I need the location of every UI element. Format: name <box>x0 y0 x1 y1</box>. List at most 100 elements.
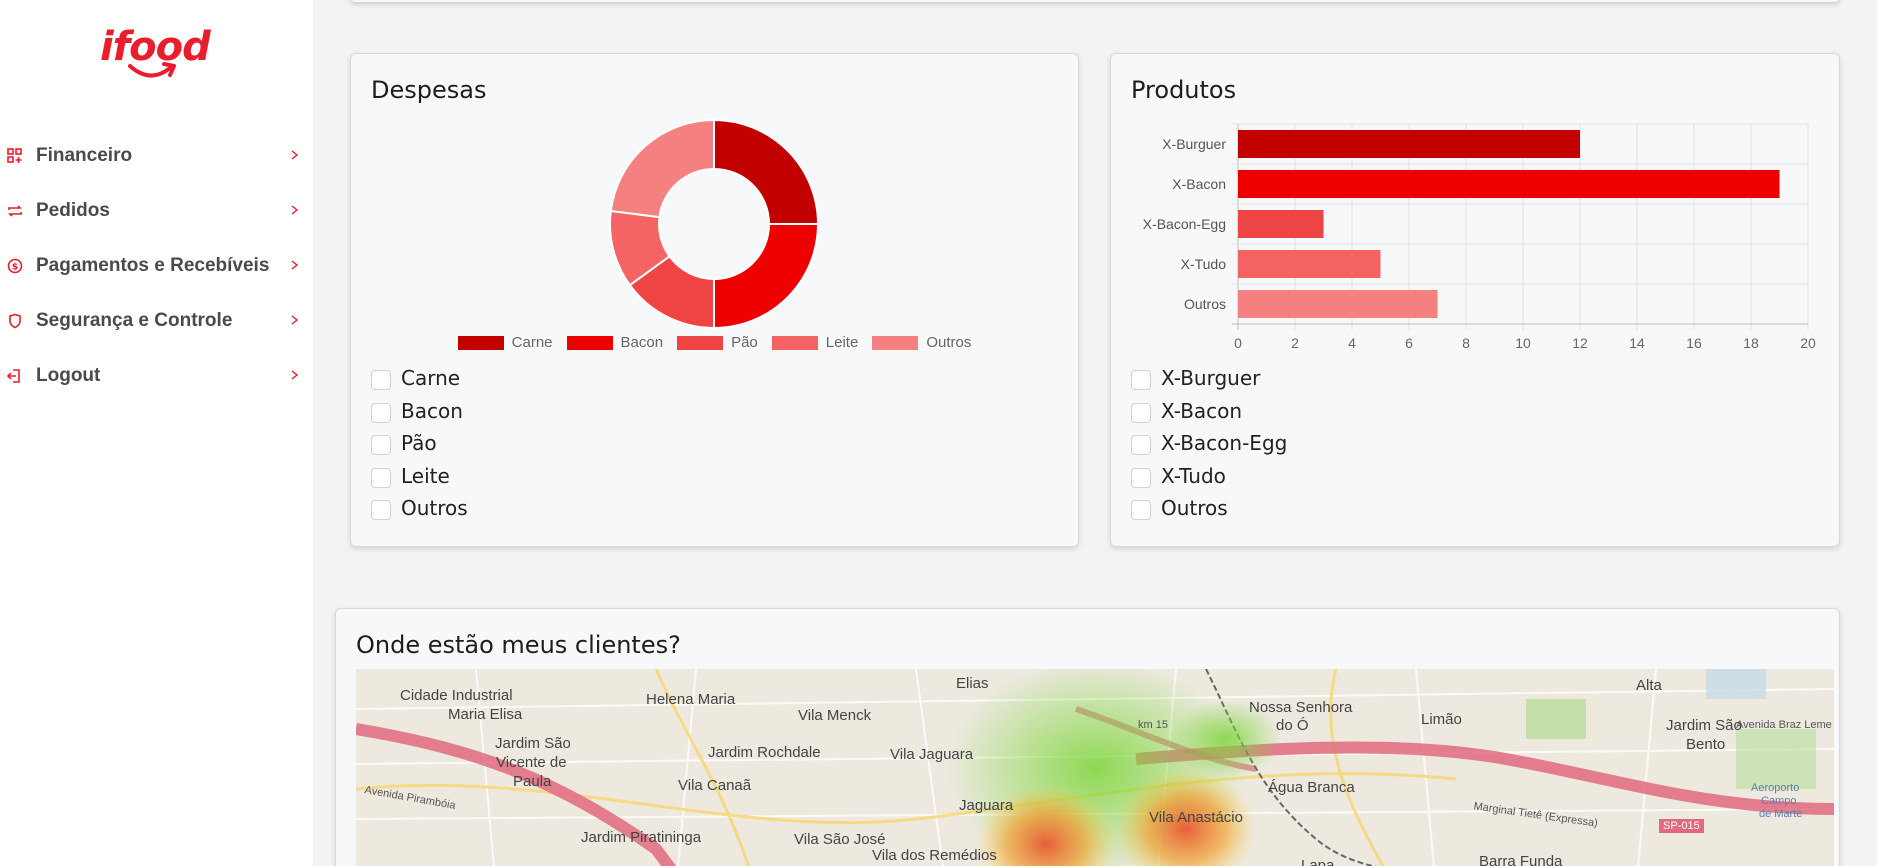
checkbox-row-x-burguer[interactable]: X-Burguer <box>1131 362 1287 395</box>
y-tick-label: X-Bacon-Egg <box>1143 216 1226 232</box>
map-label: Vila Menck <box>798 707 872 724</box>
legend-swatch <box>872 335 919 350</box>
checkbox[interactable] <box>1131 370 1151 391</box>
map-label: Jardim Rochdale <box>708 744 821 761</box>
previous-card <box>350 0 1840 2</box>
map-label: de Marte <box>1759 808 1803 820</box>
donut-slice-carne[interactable] <box>713 118 820 225</box>
chevron-right-icon <box>291 315 299 325</box>
sidebar-item-label: Segurança e Controle <box>36 309 233 331</box>
checkbox-row-leite[interactable]: Leite <box>371 460 468 493</box>
checkbox-label: X-Tudo <box>1161 463 1226 488</box>
map-label: Cidade Industrial <box>400 687 513 704</box>
checkbox-row-x-bacon[interactable]: X-Bacon <box>1131 395 1287 428</box>
sidebar-item-pagamentos[interactable]: $ Pagamentos e Recebíveis <box>0 238 313 293</box>
checkbox-label: Leite <box>401 463 450 488</box>
map-background <box>356 669 1834 866</box>
checkbox-row-x-tudo[interactable]: X-Tudo <box>1131 460 1287 493</box>
dollar-circle-icon: $ <box>6 257 24 275</box>
map-label: SP-015 <box>1659 819 1704 833</box>
map-label: Alta <box>1636 677 1662 694</box>
checkbox[interactable] <box>1131 500 1151 521</box>
donut-slice-bacon[interactable] <box>713 223 820 330</box>
chevron-right-icon <box>291 370 299 380</box>
sidebar-item-financeiro[interactable]: Financeiro <box>0 128 313 183</box>
legend-item-pão[interactable]: Pão <box>677 334 758 351</box>
checkbox[interactable] <box>1131 435 1151 456</box>
legend-item-carne[interactable]: Carne <box>457 334 553 351</box>
shield-icon <box>6 312 24 330</box>
logout-icon <box>6 367 24 385</box>
checkbox[interactable] <box>371 435 391 456</box>
map-label: Campo <box>1761 795 1797 807</box>
legend-swatch <box>771 335 818 350</box>
x-tick-label: 18 <box>1743 335 1759 351</box>
bar-x-tudo[interactable] <box>1238 250 1381 278</box>
sidebar: ifood Financeiro Pedidos $ Pagamentos e … <box>0 0 313 866</box>
legend-swatch <box>566 335 613 350</box>
map-label: do Ó <box>1276 717 1309 734</box>
produtos-bar-chart[interactable]: 0 2 4 6 8 10 12 14 16 18 20 X-Burguer X-Bacon X-Bacon… <box>1111 114 1841 364</box>
despesas-legend: Carne Bacon Pão Leite Outros <box>351 334 1078 351</box>
checkbox[interactable] <box>371 370 391 391</box>
map-label: Helena Maria <box>646 691 736 708</box>
checkbox[interactable] <box>1131 402 1151 423</box>
bar-outros[interactable] <box>1238 290 1438 318</box>
sidebar-item-logout[interactable]: Logout <box>0 348 313 403</box>
checkbox-label: Pão <box>401 431 437 456</box>
chevron-right-icon <box>291 260 299 270</box>
map-label: Jardim São <box>495 735 571 752</box>
bar-x-bacon[interactable] <box>1238 170 1780 198</box>
x-tick-label: 16 <box>1686 335 1702 351</box>
x-tick-label: 20 <box>1800 335 1816 351</box>
chevron-right-icon <box>291 205 299 215</box>
dashboard-add-icon <box>6 147 24 165</box>
map-label: Jardim Piratininga <box>581 829 702 846</box>
checkbox-row-carne[interactable]: Carne <box>371 362 468 395</box>
legend-label: Carne <box>511 334 553 351</box>
y-tick-label: Outros <box>1184 296 1226 312</box>
y-tick-label: X-Burguer <box>1162 136 1226 152</box>
map-label: Vila dos Remédios <box>872 847 997 864</box>
despesas-title: Despesas <box>371 76 487 104</box>
map-label: Nossa Senhora <box>1249 699 1353 716</box>
map-label: Lapa <box>1301 857 1335 866</box>
donut-slice-outros[interactable] <box>609 118 715 219</box>
map-label: km 15 <box>1138 719 1168 731</box>
map-label: Vila São José <box>794 831 886 848</box>
checkbox-row-outros[interactable]: Outros <box>1131 492 1287 525</box>
checkbox-row-bacon[interactable]: Bacon <box>371 395 468 428</box>
legend-item-outros[interactable]: Outros <box>872 334 971 351</box>
legend-item-leite[interactable]: Leite <box>771 334 859 351</box>
sidebar-item-label: Financeiro <box>36 144 133 166</box>
ifood-logo[interactable]: ifood <box>100 24 211 88</box>
checkbox[interactable] <box>371 500 391 521</box>
legend-label: Outros <box>926 334 972 351</box>
checkbox-label: X-Bacon <box>1161 398 1243 423</box>
heatmap-map[interactable]: Cidade Industrial Maria Elisa Helena Mar… <box>356 669 1834 866</box>
checkbox[interactable] <box>1131 467 1151 488</box>
x-tick-label: 2 <box>1291 335 1299 351</box>
bar-x-burguer[interactable] <box>1238 130 1580 158</box>
x-tick-label: 12 <box>1572 335 1588 351</box>
map-label: Vila Canaã <box>678 777 752 794</box>
bar-x-bacon-egg[interactable] <box>1238 210 1324 238</box>
svg-text:$: $ <box>12 262 18 272</box>
map-label: Bento <box>1686 736 1726 753</box>
checkbox-label: Outros <box>401 496 468 521</box>
checkbox[interactable] <box>371 402 391 423</box>
checkbox-row-pao[interactable]: Pão <box>371 427 468 460</box>
smile-arrow-icon <box>128 62 176 78</box>
checkbox[interactable] <box>371 467 391 488</box>
checkbox-row-outros[interactable]: Outros <box>371 492 468 525</box>
legend-label: Leite <box>825 334 859 351</box>
legend-item-bacon[interactable]: Bacon <box>566 334 663 351</box>
x-tick-label: 8 <box>1462 335 1470 351</box>
despesas-donut-chart[interactable] <box>601 114 827 334</box>
sidebar-item-pedidos[interactable]: Pedidos <box>0 183 313 238</box>
map-label: Jardim São <box>1666 717 1742 734</box>
sidebar-item-label: Pagamentos e Recebíveis <box>36 254 270 276</box>
checkbox-row-x-bacon-egg[interactable]: X-Bacon-Egg <box>1131 427 1287 460</box>
sidebar-item-seguranca[interactable]: Segurança e Controle <box>0 293 313 348</box>
map-label: Avenida Braz Leme <box>1736 719 1832 731</box>
